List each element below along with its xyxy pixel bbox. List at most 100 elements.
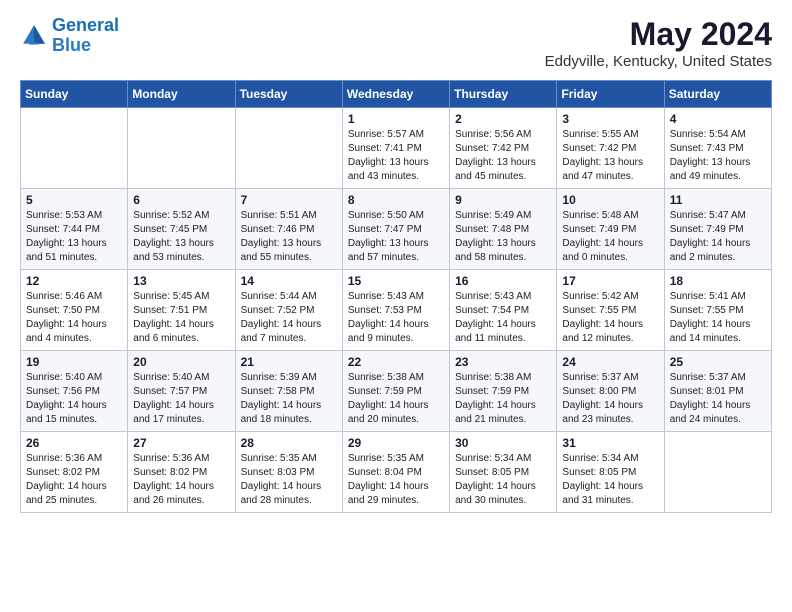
calendar-cell: 5 Sunrise: 5:53 AM Sunset: 7:44 PM Daylig… bbox=[21, 189, 128, 270]
calendar-cell: 6 Sunrise: 5:52 AM Sunset: 7:45 PM Daylig… bbox=[128, 189, 235, 270]
day-number: 29 bbox=[348, 436, 444, 450]
day-info: Sunrise: 5:43 AM Sunset: 7:53 PM Dayligh… bbox=[348, 290, 444, 346]
calendar-cell: 19 Sunrise: 5:40 AM Sunset: 7:56 PM Dayli… bbox=[21, 351, 128, 432]
calendar-cell: 27Sunrise: 5:36 AM Sunset: 8:02 PM Dayli… bbox=[128, 432, 235, 513]
calendar-week-row: 1 Sunrise: 5:57 AM Sunset: 7:41 PM Daylig… bbox=[21, 108, 772, 189]
calendar-cell: 17 Sunrise: 5:42 AM Sunset: 7:55 PM Dayli… bbox=[557, 270, 664, 351]
calendar-cell: 7Sunrise: 5:51 AM Sunset: 7:46 PM Daylig… bbox=[235, 189, 342, 270]
day-info: Sunrise: 5:45 AM Sunset: 7:51 PM Dayligh… bbox=[133, 290, 229, 346]
weekday-header: Wednesday bbox=[342, 81, 449, 108]
day-number: 2 bbox=[455, 112, 551, 126]
day-info: Sunrise: 5:42 AM Sunset: 7:55 PM Dayligh… bbox=[562, 290, 658, 346]
day-number: 6 bbox=[133, 193, 229, 207]
calendar-table: SundayMondayTuesdayWednesdayThursdayFrid… bbox=[20, 80, 772, 513]
day-info: Sunrise: 5:52 AM Sunset: 7:45 PM Dayligh… bbox=[133, 209, 229, 265]
calendar-cell: 31 Sunrise: 5:34 AM Sunset: 8:05 PM Dayli… bbox=[557, 432, 664, 513]
day-number: 21 bbox=[241, 355, 337, 369]
day-info: Sunrise: 5:40 AM Sunset: 7:57 PM Dayligh… bbox=[133, 371, 229, 427]
calendar-cell bbox=[235, 108, 342, 189]
calendar-body: 1 Sunrise: 5:57 AM Sunset: 7:41 PM Daylig… bbox=[21, 108, 772, 513]
weekday-header: Monday bbox=[128, 81, 235, 108]
day-info: Sunrise: 5:40 AM Sunset: 7:56 PM Dayligh… bbox=[26, 371, 122, 427]
calendar-cell: 22 Sunrise: 5:38 AM Sunset: 7:59 PM Dayli… bbox=[342, 351, 449, 432]
calendar-cell: 13 Sunrise: 5:45 AM Sunset: 7:51 PM Dayli… bbox=[128, 270, 235, 351]
day-number: 10 bbox=[562, 193, 658, 207]
day-info: Sunrise: 5:46 AM Sunset: 7:50 PM Dayligh… bbox=[26, 290, 122, 346]
weekday-header: Tuesday bbox=[235, 81, 342, 108]
day-number: 4 bbox=[670, 112, 766, 126]
day-number: 1 bbox=[348, 112, 444, 126]
calendar-cell: 30Sunrise: 5:34 AM Sunset: 8:05 PM Dayli… bbox=[450, 432, 557, 513]
weekday-header: Saturday bbox=[664, 81, 771, 108]
day-number: 11 bbox=[670, 193, 766, 207]
calendar-cell: 11 Sunrise: 5:47 AM Sunset: 7:49 PM Dayli… bbox=[664, 189, 771, 270]
calendar-cell: 2 Sunrise: 5:56 AM Sunset: 7:42 PM Daylig… bbox=[450, 108, 557, 189]
day-info: Sunrise: 5:53 AM Sunset: 7:44 PM Dayligh… bbox=[26, 209, 122, 265]
day-number: 15 bbox=[348, 274, 444, 288]
day-number: 7 bbox=[241, 193, 337, 207]
day-info: Sunrise: 5:47 AM Sunset: 7:49 PM Dayligh… bbox=[670, 209, 766, 265]
calendar-cell: 12 Sunrise: 5:46 AM Sunset: 7:50 PM Dayli… bbox=[21, 270, 128, 351]
page: General Blue May 2024 Eddyville, Kentuck… bbox=[0, 0, 792, 529]
logo-line2: Blue bbox=[52, 36, 119, 56]
calendar-week-row: 12 Sunrise: 5:46 AM Sunset: 7:50 PM Dayli… bbox=[21, 270, 772, 351]
calendar-cell: 20Sunrise: 5:40 AM Sunset: 7:57 PM Dayli… bbox=[128, 351, 235, 432]
day-number: 31 bbox=[562, 436, 658, 450]
header: General Blue May 2024 Eddyville, Kentuck… bbox=[20, 16, 772, 70]
day-info: Sunrise: 5:35 AM Sunset: 8:04 PM Dayligh… bbox=[348, 452, 444, 508]
logo-line1: General bbox=[52, 15, 119, 35]
day-number: 22 bbox=[348, 355, 444, 369]
day-info: Sunrise: 5:48 AM Sunset: 7:49 PM Dayligh… bbox=[562, 209, 658, 265]
day-info: Sunrise: 5:57 AM Sunset: 7:41 PM Dayligh… bbox=[348, 128, 444, 184]
calendar-cell: 1 Sunrise: 5:57 AM Sunset: 7:41 PM Daylig… bbox=[342, 108, 449, 189]
logo-text: General Blue bbox=[52, 16, 119, 56]
day-number: 14 bbox=[241, 274, 337, 288]
day-info: Sunrise: 5:34 AM Sunset: 8:05 PM Dayligh… bbox=[562, 452, 658, 508]
day-number: 12 bbox=[26, 274, 122, 288]
calendar-cell: 24Sunrise: 5:37 AM Sunset: 8:00 PM Dayli… bbox=[557, 351, 664, 432]
weekday-header: Thursday bbox=[450, 81, 557, 108]
calendar-cell: 28Sunrise: 5:35 AM Sunset: 8:03 PM Dayli… bbox=[235, 432, 342, 513]
calendar-cell bbox=[128, 108, 235, 189]
calendar-cell: 26 Sunrise: 5:36 AM Sunset: 8:02 PM Dayli… bbox=[21, 432, 128, 513]
day-info: Sunrise: 5:38 AM Sunset: 7:59 PM Dayligh… bbox=[348, 371, 444, 427]
day-info: Sunrise: 5:44 AM Sunset: 7:52 PM Dayligh… bbox=[241, 290, 337, 346]
calendar-cell: 16 Sunrise: 5:43 AM Sunset: 7:54 PM Dayli… bbox=[450, 270, 557, 351]
calendar-cell: 29 Sunrise: 5:35 AM Sunset: 8:04 PM Dayli… bbox=[342, 432, 449, 513]
day-info: Sunrise: 5:54 AM Sunset: 7:43 PM Dayligh… bbox=[670, 128, 766, 184]
day-number: 16 bbox=[455, 274, 551, 288]
day-number: 13 bbox=[133, 274, 229, 288]
day-info: Sunrise: 5:35 AM Sunset: 8:03 PM Dayligh… bbox=[241, 452, 337, 508]
calendar-cell: 9Sunrise: 5:49 AM Sunset: 7:48 PM Daylig… bbox=[450, 189, 557, 270]
day-number: 27 bbox=[133, 436, 229, 450]
calendar-cell: 14 Sunrise: 5:44 AM Sunset: 7:52 PM Dayli… bbox=[235, 270, 342, 351]
weekday-row: SundayMondayTuesdayWednesdayThursdayFrid… bbox=[21, 81, 772, 108]
logo: General Blue bbox=[20, 16, 119, 56]
day-number: 19 bbox=[26, 355, 122, 369]
calendar-cell: 18 Sunrise: 5:41 AM Sunset: 7:55 PM Dayli… bbox=[664, 270, 771, 351]
calendar-cell: 23 Sunrise: 5:38 AM Sunset: 7:59 PM Dayli… bbox=[450, 351, 557, 432]
day-info: Sunrise: 5:55 AM Sunset: 7:42 PM Dayligh… bbox=[562, 128, 658, 184]
day-number: 17 bbox=[562, 274, 658, 288]
day-info: Sunrise: 5:41 AM Sunset: 7:55 PM Dayligh… bbox=[670, 290, 766, 346]
calendar-cell: 8Sunrise: 5:50 AM Sunset: 7:47 PM Daylig… bbox=[342, 189, 449, 270]
day-number: 3 bbox=[562, 112, 658, 126]
day-number: 8 bbox=[348, 193, 444, 207]
day-number: 26 bbox=[26, 436, 122, 450]
calendar-week-row: 26 Sunrise: 5:36 AM Sunset: 8:02 PM Dayli… bbox=[21, 432, 772, 513]
day-number: 5 bbox=[26, 193, 122, 207]
day-number: 18 bbox=[670, 274, 766, 288]
day-info: Sunrise: 5:56 AM Sunset: 7:42 PM Dayligh… bbox=[455, 128, 551, 184]
calendar-cell bbox=[21, 108, 128, 189]
title-block: May 2024 Eddyville, Kentucky, United Sta… bbox=[545, 16, 772, 70]
day-number: 23 bbox=[455, 355, 551, 369]
calendar-week-row: 5 Sunrise: 5:53 AM Sunset: 7:44 PM Daylig… bbox=[21, 189, 772, 270]
calendar-title: May 2024 bbox=[545, 16, 772, 53]
day-info: Sunrise: 5:43 AM Sunset: 7:54 PM Dayligh… bbox=[455, 290, 551, 346]
calendar-header: SundayMondayTuesdayWednesdayThursdayFrid… bbox=[21, 81, 772, 108]
calendar-cell: 3 Sunrise: 5:55 AM Sunset: 7:42 PM Daylig… bbox=[557, 108, 664, 189]
day-info: Sunrise: 5:36 AM Sunset: 8:02 PM Dayligh… bbox=[26, 452, 122, 508]
day-info: Sunrise: 5:38 AM Sunset: 7:59 PM Dayligh… bbox=[455, 371, 551, 427]
weekday-header: Friday bbox=[557, 81, 664, 108]
calendar-cell: 15 Sunrise: 5:43 AM Sunset: 7:53 PM Dayli… bbox=[342, 270, 449, 351]
